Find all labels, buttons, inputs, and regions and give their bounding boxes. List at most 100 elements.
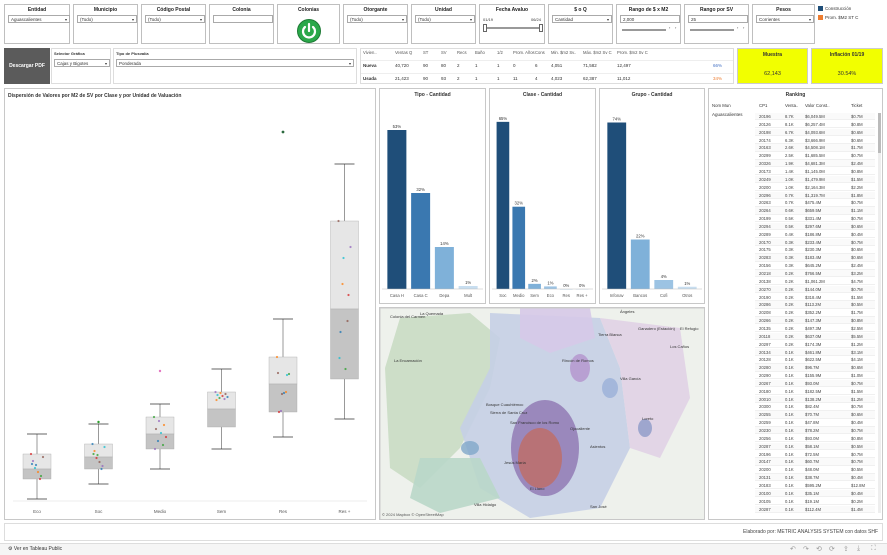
cp-select[interactable]: (Todo) ▾ (145, 15, 205, 23)
table-row[interactable]: 20100 0.1K $35.1M $0.4M (755, 489, 875, 498)
table-row[interactable]: 20256 0.1K $93.0M $0.8M (755, 434, 875, 443)
power-button[interactable] (297, 19, 321, 43)
pesos-select[interactable]: Corrientes ▾ (756, 15, 814, 23)
rango-m2-next-icon[interactable]: › (675, 25, 676, 30)
table-row[interactable]: 20270 0.2K $144.0M $0.7M (755, 285, 875, 294)
table-row[interactable]: 20266 0.2K $147.3M $0.8M (755, 317, 875, 325)
table-row[interactable]: 20297 0.2K $174.3M $1.2M (755, 340, 875, 349)
table-row[interactable]: 20255 0.1K $70.7M $0.6M (755, 411, 875, 419)
map-panel[interactable]: Colonia del Carmen La Quemada Ángeles El Re… (379, 307, 705, 520)
table-row[interactable]: 20294 0.5K $297.6M $0.6M (755, 222, 875, 231)
rango-sv-prev-icon[interactable]: ‹ (737, 25, 738, 30)
table-row[interactable]: 20283 0.3K $183.4M $0.6M (755, 254, 875, 262)
municipio-select[interactable]: (Todo) ▾ (77, 15, 137, 23)
table-row[interactable]: 20173 1.4K $1,145.0M $0.8M (755, 167, 875, 176)
table-row[interactable]: 20170 0.3K $233.4M $0.7M (755, 238, 875, 246)
table-row[interactable]: 20118 0.2K $637.0M $5.5M (755, 332, 875, 341)
table-row[interactable]: 20199 0.5K $331.4M $0.7M (755, 215, 875, 223)
table-row[interactable]: 20135 0.2K $497.3M $2.5M (755, 324, 875, 333)
table-row[interactable]: 20286 0.2K $113.2M $0.5M (755, 301, 875, 309)
download-pdf-button[interactable]: Descargar PDF (4, 48, 50, 84)
ranking-cell: 0.1K (785, 451, 794, 457)
table-row[interactable]: 20156 0.3K $645.2M $2.4M (755, 262, 875, 270)
ranking-header-cell[interactable]: Valor Const.. (805, 103, 830, 108)
table-row[interactable]: 20175 0.3K $230.3M $0.6M (755, 246, 875, 254)
table-row[interactable]: 20138 0.2K $1,061.2M $4.7M (755, 277, 875, 286)
table-row[interactable]: 20126 8.1K $6,257.4M $0.8M (755, 120, 875, 129)
fecha-slider-track[interactable] (485, 27, 541, 29)
table-row[interactable]: 20010 0.1K $138.2M $1.2M (755, 395, 875, 403)
table-row[interactable]: 20267 0.1K $93.0M $0.7M (755, 379, 875, 388)
table-row[interactable]: 20208 0.2K $352.2M $1.7M (755, 309, 875, 317)
fullscreen-icon[interactable]: ⛶ (871, 545, 876, 553)
table-row[interactable]: 20131 0.1K $38.7M $0.4M (755, 474, 875, 482)
filter-fecha: Fecha Avaluo 01/19 06/24 (479, 4, 545, 44)
table-row[interactable]: 20183 0.1K $595.2M $12.8M (755, 481, 875, 490)
table-row[interactable]: 20263 0.7K $475.4M $0.7M (755, 199, 875, 207)
table-row[interactable]: 20174 6.3K $3,666.9M $0.6M (755, 136, 875, 144)
table-row[interactable]: 20300 0.1K $82.4M $0.7M (755, 403, 875, 411)
ranking-scrollbar[interactable] (878, 113, 881, 513)
table-row[interactable]: 20326 1.9K $4,681.3M $2.4M (755, 160, 875, 168)
table-row[interactable]: 20259 0.1K $47.8M $0.4M (755, 419, 875, 427)
ranking-header-cell[interactable]: Venta.. (785, 103, 798, 108)
table-row[interactable]: 20196 8.7K $6,049.5M $0.7M (755, 113, 875, 121)
selector-grafica-select[interactable]: Cajas y Bigotes ▾ (54, 59, 110, 67)
share-icon[interactable]: ⇪ (843, 545, 849, 553)
table-row[interactable]: 20147 0.1K $60.7M $0.7M (755, 458, 875, 466)
table-row[interactable]: 20299 2.5K $1,685.5M $0.7M (755, 152, 875, 160)
entidad-select[interactable]: Aguascalientes ▾ (8, 15, 70, 23)
refresh-icon[interactable]: ⟳ (829, 545, 835, 553)
boxplot-point (276, 371, 280, 375)
boxplot-point (338, 356, 341, 360)
rango-sv-slider[interactable] (690, 29, 734, 31)
kpi-inflacion-value: 30.54% (837, 71, 857, 77)
table-row[interactable]: 20200 0.1K $48.0M $0.5M (755, 466, 875, 474)
rango-sv-input[interactable]: 25 (688, 15, 748, 23)
table-row[interactable]: 20128 0.1K $622.5M $4.1M (755, 356, 875, 364)
table-row[interactable]: 20287 0.1K $58.1M $0.5M (755, 442, 875, 451)
table-row[interactable]: 20163 2.6K $4,508.1M $1.7M (755, 144, 875, 152)
rango-m2-input[interactable]: 2,000 (620, 15, 680, 23)
sq-select[interactable]: Cantidad ▾ (552, 15, 612, 23)
rango-m2-slider[interactable] (622, 29, 666, 31)
table-row[interactable]: 20280 0.1K $96.7M $0.6M (755, 364, 875, 372)
table-row[interactable]: 20180 0.1K $182.5M $1.5M (755, 387, 875, 396)
table-row[interactable]: 20134 0.1K $461.8M $3.1M (755, 348, 875, 356)
ranking-cell: 0.2K (785, 310, 794, 316)
revert-icon[interactable]: ⟲ (816, 545, 822, 553)
fecha-slider-handle-end[interactable] (539, 24, 543, 32)
table-row[interactable]: 20190 0.2K $318.4M $1.5M (755, 293, 875, 301)
table-row[interactable]: 20218 0.2K $766.5M $3.2M (755, 270, 875, 278)
otorgante-select[interactable]: (Todo) ▾ (347, 15, 407, 23)
download-icon[interactable]: ⤓ (857, 545, 860, 553)
table-row[interactable]: 20296 0.7K $1,319.7M $1.8M (755, 191, 875, 199)
unidad-select[interactable]: (Todo) ▾ (415, 15, 475, 23)
undo-icon[interactable]: ↶ (790, 545, 796, 553)
ranking-table-body[interactable]: 20196 8.7K $6,049.5M $0.7M 20126 8.1K $6,257.4… (709, 113, 882, 517)
table-row[interactable]: 20230 0.1K $78.2M $0.7M (755, 427, 875, 435)
table-row[interactable]: 20290 0.1K $155.9M $1.0M (755, 372, 875, 380)
table-row[interactable]: 20196 0.1K $72.5M $0.7M (755, 450, 875, 458)
fecha-slider-handle-start[interactable] (483, 24, 487, 32)
colonia-input[interactable] (213, 15, 273, 23)
table-row[interactable]: 20289 0.4K $186.8M $0.4M (755, 230, 875, 239)
table-row[interactable]: 20200 1.0K $2,164.3M $2.2M (755, 183, 875, 192)
table-row[interactable]: 20287 0.1K $112.4M $1.4M (755, 505, 875, 513)
rango-m2-prev-icon[interactable]: ‹ (669, 25, 670, 30)
table-row[interactable]: 20249 1.0K $1,479.9M $1.5M (755, 175, 875, 184)
ranking-header-cell[interactable]: CP1 (759, 103, 767, 108)
tableau-link[interactable]: ⚙ Ver en Tableau Public (8, 546, 62, 552)
ranking-header-cell[interactable]: Ticket (851, 103, 862, 108)
table-row[interactable]: 20105 0.1K $19.1M $0.2M (755, 497, 875, 506)
ranking-cell: 0.3K (785, 255, 794, 261)
kpi-muestra: Muestra 62,143 (737, 48, 808, 84)
ranking-header-cell[interactable]: Nom Mun (712, 103, 731, 108)
rango-sv-next-icon[interactable]: › (743, 25, 744, 30)
table-row[interactable]: 20198 6.7K $4,093.6M $0.6M (755, 128, 875, 137)
redo-icon[interactable]: ↷ (803, 545, 809, 553)
boxplot-point (31, 459, 35, 463)
table-row[interactable]: 20264 0.6K $659.5M $1.1M (755, 207, 875, 215)
tipo-plusvalia-select[interactable]: Ponderada ▾ (116, 59, 354, 67)
ranking-scrollbar-thumb[interactable] (878, 113, 881, 153)
